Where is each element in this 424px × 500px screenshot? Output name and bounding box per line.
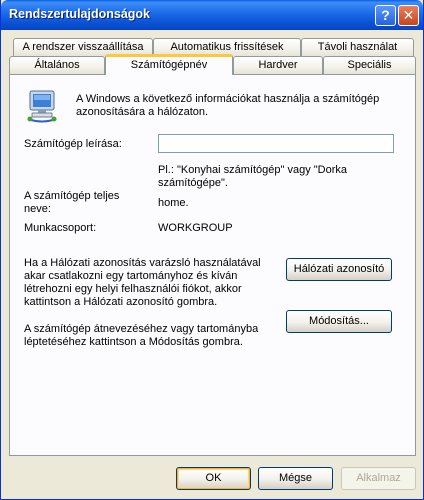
rename-text: A számítógép átnevezéséhez vagy tartomán… xyxy=(24,323,259,348)
close-button[interactable]: ✕ xyxy=(398,5,419,26)
help-button[interactable]: ? xyxy=(375,5,396,26)
change-button[interactable]: Módosítás... xyxy=(286,310,392,333)
title-bar[interactable]: Rendszertulajdonságok ? ✕ xyxy=(1,0,423,30)
network-id-button[interactable]: Hálózati azonosító xyxy=(286,258,392,281)
tab-general[interactable]: Általános xyxy=(9,56,105,74)
computer-network-icon xyxy=(24,89,60,125)
system-properties-window: Rendszertulajdonságok ? ✕ A rendszer vis… xyxy=(0,0,424,500)
ok-button[interactable]: OK xyxy=(176,467,251,490)
tab-hardware[interactable]: Hardver xyxy=(233,56,323,74)
description-label: Számítógép leírása: xyxy=(24,138,122,150)
cancel-button[interactable]: Mégse xyxy=(258,467,333,490)
apply-button[interactable]: Alkalmaz xyxy=(341,467,416,490)
tab-computer-name[interactable]: Számítógépnév xyxy=(105,54,233,75)
workgroup-value: WORKGROUP xyxy=(158,222,233,234)
description-example: Pl.: "Konyhai számítógép" vagy "Dorka sz… xyxy=(158,164,348,189)
full-name-label: A számítógép teljes neve: xyxy=(24,190,120,215)
tab-remote[interactable]: Távoli használat xyxy=(301,38,414,56)
intro-text: A Windows a következő információkat hasz… xyxy=(76,93,380,118)
window-title: Rendszertulajdonságok xyxy=(9,7,150,21)
computer-description-input[interactable] xyxy=(158,134,394,153)
workgroup-label: Munkacsoport: xyxy=(24,222,97,234)
tab-advanced[interactable]: Speciális xyxy=(323,56,416,74)
network-id-text: Ha a Hálózati azonosítás varázsló haszná… xyxy=(24,257,261,308)
tab-panel: A Windows a következő információkat hasz… xyxy=(9,74,416,456)
full-name-value: home. xyxy=(158,197,189,209)
